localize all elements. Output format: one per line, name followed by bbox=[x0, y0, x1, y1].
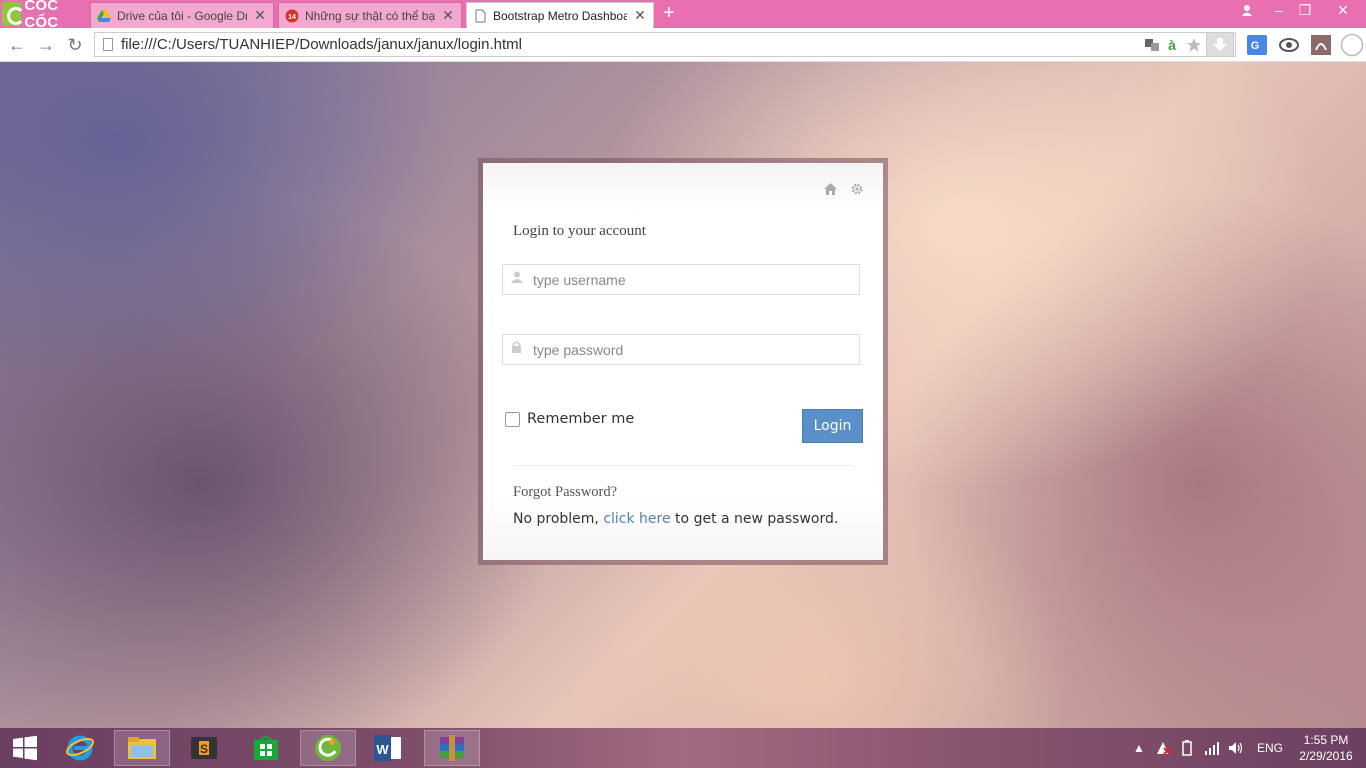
taskbar: S W ▲ ENG 1:55 PM 2/29/2016 bbox=[0, 728, 1366, 768]
reload-button[interactable]: ↻ bbox=[64, 34, 86, 56]
vietnamese-input-icon[interactable]: à bbox=[1164, 37, 1180, 53]
word-icon: W bbox=[374, 735, 401, 761]
coccoc-logo-icon bbox=[2, 2, 26, 26]
show-hidden-icons[interactable]: ▲ bbox=[1133, 728, 1147, 768]
svg-text:W: W bbox=[376, 742, 389, 757]
reset-password-link[interactable]: click here bbox=[603, 511, 670, 527]
store-icon bbox=[254, 736, 278, 760]
remember-me-checkbox[interactable] bbox=[505, 411, 520, 427]
tab-close-icon[interactable]: ✕ bbox=[633, 7, 647, 24]
menu-circle-icon[interactable] bbox=[1340, 33, 1364, 57]
winrar-taskbar[interactable] bbox=[424, 730, 480, 766]
page-icon bbox=[475, 9, 486, 22]
user-icon bbox=[511, 271, 523, 286]
sublime-text-icon: S bbox=[191, 737, 217, 759]
forgot-password-title: Forgot Password? bbox=[513, 484, 618, 500]
pdf-extension-icon[interactable] bbox=[1311, 35, 1331, 55]
bookmark-star-icon[interactable] bbox=[1186, 37, 1202, 53]
word-taskbar[interactable]: W bbox=[360, 730, 416, 766]
coccoc-browser-icon bbox=[315, 735, 341, 761]
download-arrow-icon bbox=[1213, 38, 1227, 51]
clock-time: 1:55 PM bbox=[1303, 733, 1349, 747]
password-field[interactable] bbox=[502, 334, 860, 365]
tab-bootstrap-metro[interactable]: Bootstrap Metro Dashboa ✕ bbox=[466, 2, 654, 28]
brand-name: CỐC CỐC bbox=[24, 0, 59, 31]
svg-text:à: à bbox=[1168, 37, 1176, 53]
back-button[interactable]: ← bbox=[6, 34, 28, 56]
remember-me-label[interactable]: Remember me bbox=[527, 411, 634, 427]
coccoc-taskbar[interactable] bbox=[300, 730, 356, 766]
clock-date: 2/29/2016 bbox=[1299, 749, 1353, 763]
lock-icon bbox=[511, 341, 522, 356]
language-indicator[interactable]: ENG bbox=[1257, 728, 1283, 768]
windows-store-taskbar[interactable] bbox=[238, 730, 294, 766]
tab-google-drive[interactable]: Drive của tôi - Google Dri ✕ bbox=[90, 2, 274, 28]
password-input[interactable] bbox=[533, 339, 843, 361]
card-tools bbox=[824, 183, 863, 198]
action-center-icon[interactable] bbox=[1155, 728, 1173, 768]
news-14-icon: 14 bbox=[285, 9, 299, 22]
internet-explorer-taskbar[interactable] bbox=[52, 730, 108, 766]
gear-icon[interactable] bbox=[851, 183, 863, 198]
internet-explorer-icon bbox=[66, 735, 94, 761]
new-tab-button[interactable]: + bbox=[660, 3, 678, 23]
profile-icon[interactable] bbox=[1233, 0, 1261, 22]
svg-text:G: G bbox=[1251, 40, 1260, 52]
network-icon[interactable] bbox=[1204, 728, 1222, 768]
sublime-text-taskbar[interactable]: S bbox=[176, 730, 232, 766]
tab-news[interactable]: 14 Những sự thật có thể bạn ✕ bbox=[278, 2, 462, 28]
start-button[interactable] bbox=[0, 730, 50, 766]
svg-text:S: S bbox=[200, 742, 208, 756]
page-background: Login to your account Remember me Login bbox=[0, 62, 1366, 728]
tab-title: Drive của tôi - Google Dri bbox=[117, 8, 247, 23]
google-translate-icon[interactable]: G bbox=[1247, 35, 1267, 55]
svg-text:14: 14 bbox=[288, 14, 296, 21]
login-title: Login to your account bbox=[513, 223, 646, 239]
translate-page-icon[interactable] bbox=[1144, 37, 1160, 53]
tab-close-icon[interactable]: ✕ bbox=[441, 7, 455, 24]
google-drive-icon bbox=[97, 9, 111, 22]
windows-logo-icon bbox=[13, 735, 37, 761]
login-card-frame: Login to your account Remember me Login bbox=[478, 158, 888, 565]
power-icon[interactable] bbox=[1180, 728, 1198, 768]
forgot-prefix: No problem, bbox=[513, 511, 604, 527]
forgot-suffix: to get a new password. bbox=[670, 511, 839, 527]
winrar-icon bbox=[440, 735, 464, 761]
download-button[interactable] bbox=[1206, 32, 1234, 57]
minimize-button[interactable]: – bbox=[1265, 0, 1293, 22]
volume-icon[interactable] bbox=[1228, 728, 1246, 768]
remember-me[interactable]: Remember me bbox=[505, 411, 634, 427]
file-explorer-taskbar[interactable] bbox=[114, 730, 170, 766]
system-clock[interactable]: 1:55 PM 2/29/2016 bbox=[1292, 732, 1360, 764]
tab-title: Bootstrap Metro Dashboa bbox=[493, 8, 627, 23]
address-toolbar: ← → ↻ file:///C:/Users/TUANHIEP/Download… bbox=[0, 28, 1366, 62]
browser-tab-strip: CỐC CỐC Drive của tôi - Google Dri ✕ 14 … bbox=[0, 0, 1366, 31]
folder-icon bbox=[128, 737, 156, 759]
close-window-button[interactable]: ✕ bbox=[1325, 0, 1361, 22]
username-field[interactable] bbox=[502, 264, 860, 295]
home-icon[interactable] bbox=[824, 183, 837, 198]
forgot-password-text: No problem, click here to get a new pass… bbox=[513, 511, 838, 527]
address-bar[interactable]: file:///C:/Users/TUANHIEP/Downloads/janu… bbox=[94, 32, 1236, 57]
username-input[interactable] bbox=[533, 269, 843, 291]
forward-button[interactable]: → bbox=[35, 34, 57, 56]
login-button[interactable]: Login bbox=[802, 409, 863, 443]
coccoc-menu-button[interactable]: CỐC CỐC bbox=[0, 0, 88, 31]
divider bbox=[513, 465, 853, 466]
restore-button[interactable]: ❐ bbox=[1291, 0, 1319, 22]
tab-title: Những sự thật có thể bạn bbox=[305, 8, 435, 23]
url-text[interactable]: file:///C:/Users/TUANHIEP/Downloads/janu… bbox=[121, 36, 522, 53]
login-card: Login to your account Remember me Login bbox=[483, 163, 883, 560]
eye-extension-icon[interactable] bbox=[1279, 35, 1299, 55]
tab-close-icon[interactable]: ✕ bbox=[253, 7, 267, 24]
page-icon bbox=[103, 38, 113, 51]
